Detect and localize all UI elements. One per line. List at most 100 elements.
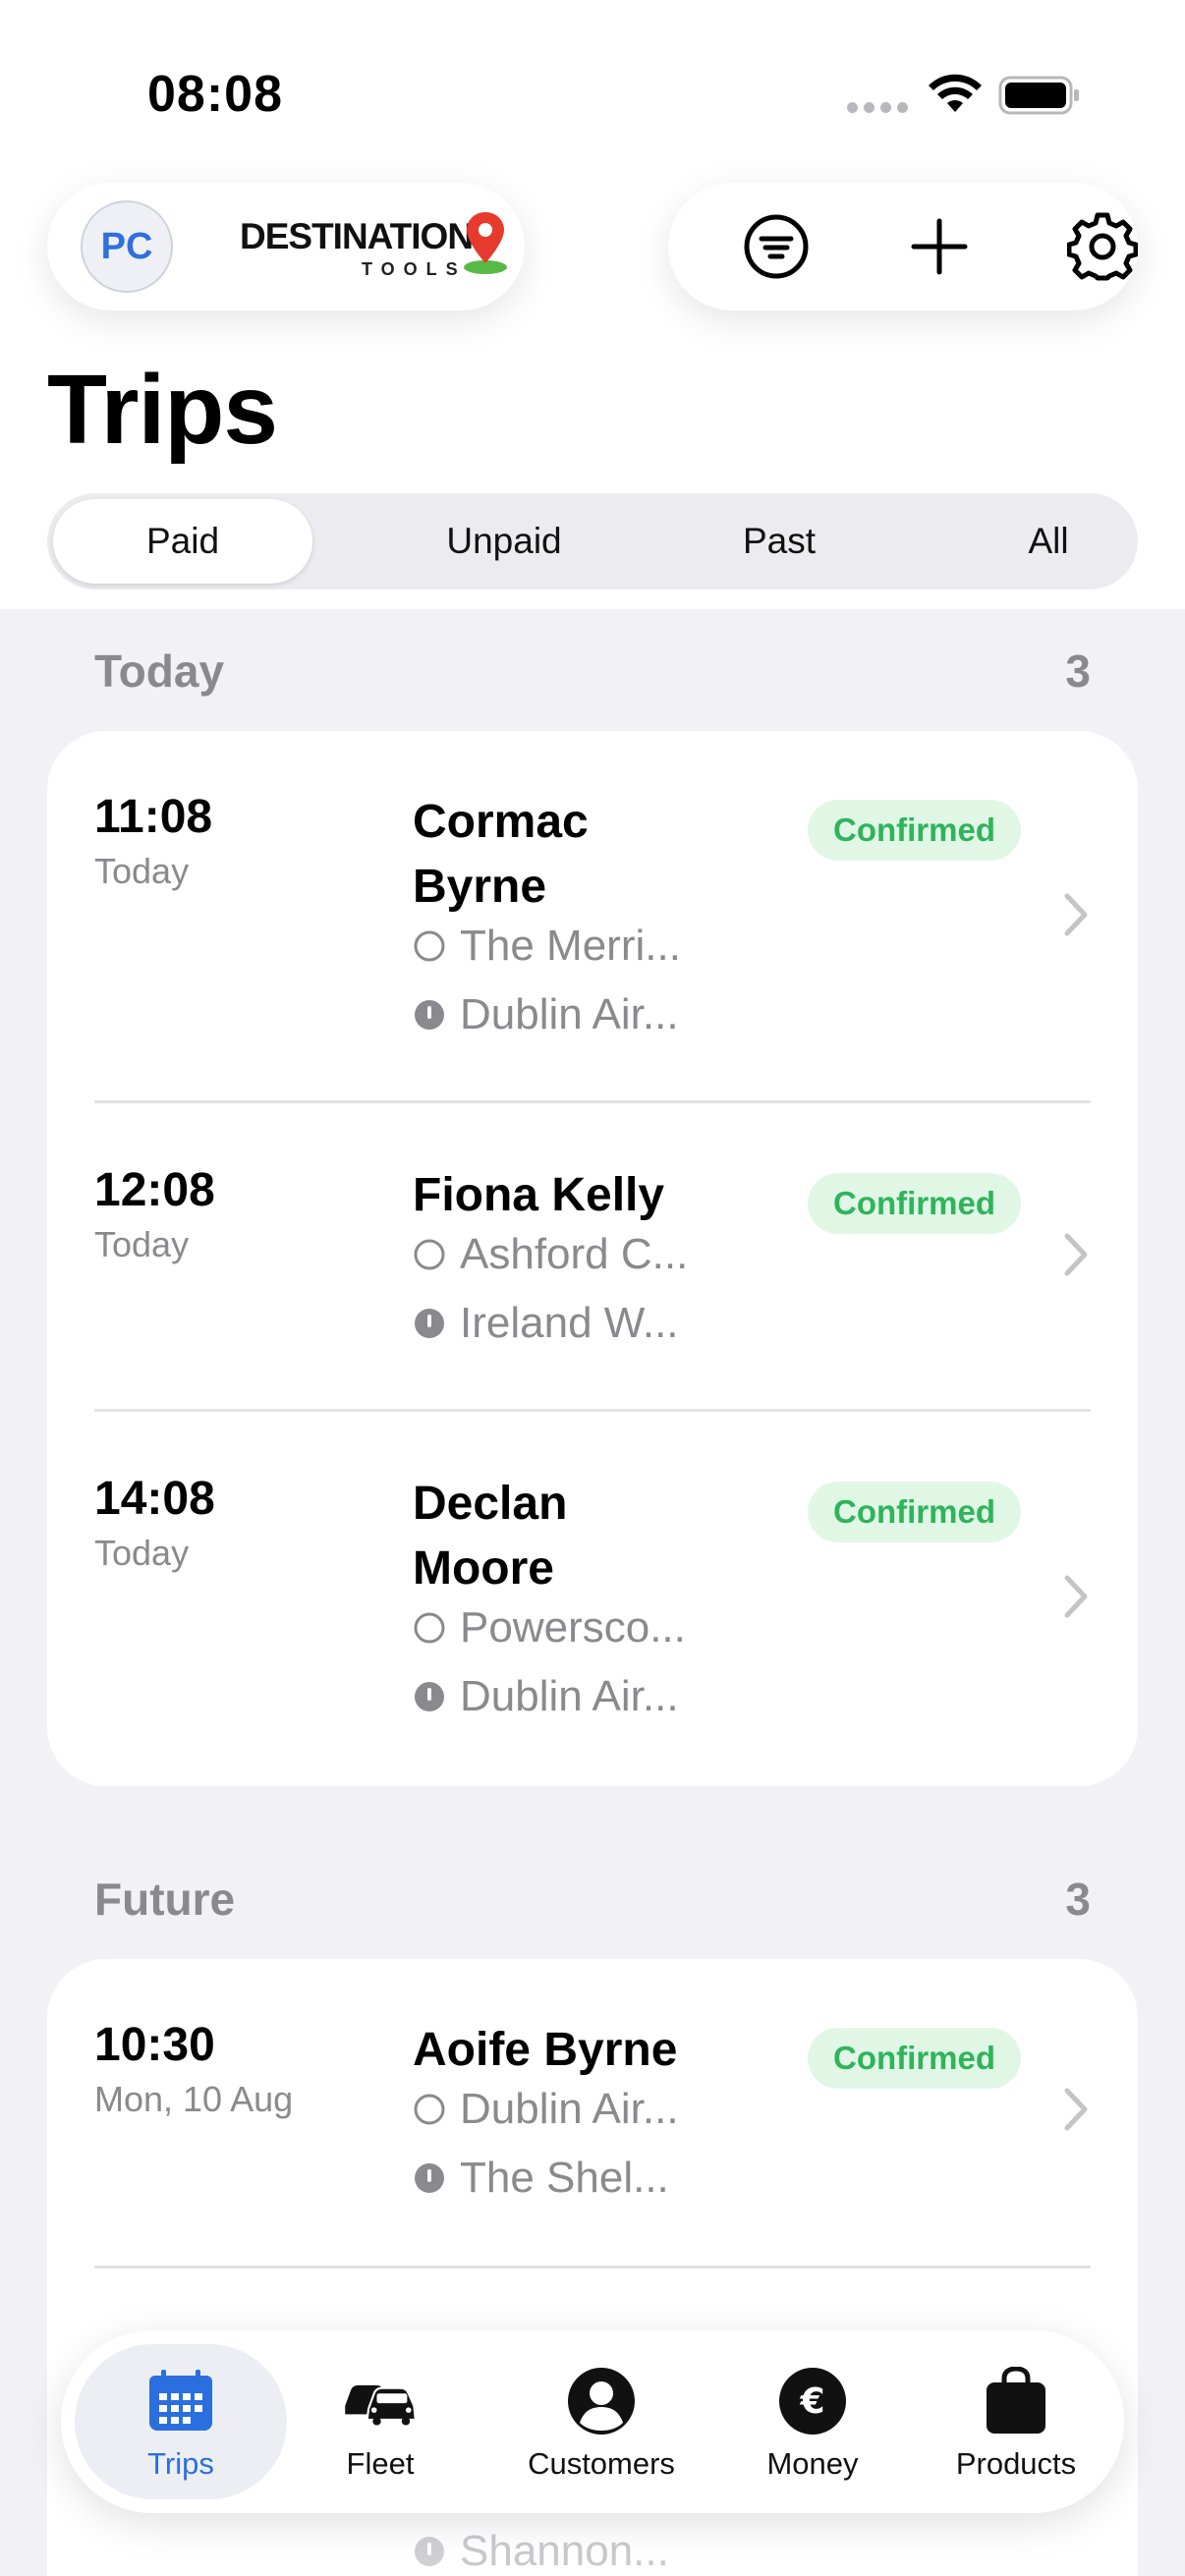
chevron-right-icon: [1064, 1575, 1088, 1618]
plus-icon: [911, 218, 968, 275]
tab-money-label: Money: [766, 2446, 859, 2481]
pickup-text: Powersco...: [460, 1603, 686, 1652]
today-trips-card: 11:08 Today Cormac Byrne The Merri... Du…: [47, 731, 1138, 1786]
pickup-circle-icon: [414, 1612, 445, 1644]
trip-date: Today: [94, 1533, 190, 1573]
pickup-circle-icon: [414, 1239, 445, 1270]
trip-filter-segmented-control: Paid Unpaid Past All: [47, 493, 1138, 589]
customer-name-line1: Aoife Byrne: [413, 2024, 678, 2076]
pickup-text: The Merri...: [460, 922, 681, 970]
trip-date: Today: [94, 1224, 190, 1264]
section-count-future: 3: [1065, 1874, 1091, 1925]
dropoff-pin-icon: [415, 2537, 444, 2566]
logo-word: DESTINATION: [240, 216, 474, 256]
status-badge: Confirmed: [808, 1482, 1021, 1542]
svg-text:€: €: [799, 2381, 824, 2422]
cellular-signal-icon: [847, 102, 908, 113]
tab-money[interactable]: € Money: [739, 2330, 886, 2513]
filter-button[interactable]: [737, 207, 816, 286]
pickup-location: Dublin Air...: [413, 2085, 679, 2134]
peek-text: Shannon...: [460, 2527, 669, 2575]
filter-icon: [744, 214, 809, 279]
section-header-future: Future: [94, 1874, 236, 1925]
segment-paid[interactable]: Paid: [53, 499, 312, 584]
status-badge: Confirmed: [808, 800, 1021, 861]
dropoff-location: Ireland W...: [413, 1299, 679, 1348]
status-badge: Confirmed: [808, 2028, 1021, 2089]
bag-icon: [977, 2362, 1055, 2440]
status-bar: 08:08: [0, 0, 1185, 177]
trip-time: 10:30: [94, 2019, 215, 2071]
section-header-today: Today: [94, 645, 225, 697]
settings-button[interactable]: [1063, 207, 1142, 286]
map-pin-icon: [464, 212, 507, 274]
pickup-location: The Merri...: [413, 922, 681, 971]
add-trip-button[interactable]: [900, 207, 979, 286]
trip-time: 14:08: [94, 1473, 215, 1525]
account-pill[interactable]: PC DESTINATION TOOLS: [47, 183, 525, 310]
trip-date: Today: [94, 851, 190, 891]
dropoff-text: Ireland W...: [460, 1299, 679, 1347]
avatar[interactable]: PC: [81, 200, 173, 293]
chevron-right-icon: [1064, 2088, 1088, 2131]
gear-icon: [1067, 212, 1138, 281]
trip-row[interactable]: 14:08 Today Declan Moore Powersco... Dub…: [47, 1472, 1138, 1766]
customer-name-line2: Byrne: [413, 861, 547, 913]
tab-fleet-label: Fleet: [346, 2446, 415, 2481]
trip-time: 11:08: [94, 791, 213, 843]
car-icon: [341, 2362, 420, 2440]
trip-time: 12:08: [94, 1164, 215, 1216]
row-divider: [94, 1409, 1091, 1412]
dropoff-pin-icon: [415, 1309, 444, 1338]
customer-name-line2: Moore: [413, 1542, 554, 1595]
pickup-location: Powersco...: [413, 1603, 686, 1652]
page-title: Trips: [47, 355, 278, 465]
dropoff-text: Dublin Air...: [460, 990, 679, 1038]
customer-name-line1: Fiona Kelly: [413, 1169, 665, 1221]
pickup-circle-icon: [414, 2094, 445, 2125]
person-icon: [562, 2362, 641, 2440]
customer-name: Declan Moore: [413, 1472, 707, 1601]
trip-row[interactable]: 12:08 Today Fiona Kelly Ashford C... Ire…: [47, 1163, 1138, 1419]
tab-trips[interactable]: Trips: [75, 2344, 287, 2499]
tab-customers[interactable]: Customers: [493, 2330, 709, 2513]
tab-products-label: Products: [955, 2446, 1077, 2481]
customer-name: Cormac Byrne: [413, 790, 707, 920]
status-badge: Confirmed: [808, 1173, 1021, 1234]
segment-all[interactable]: All: [922, 499, 1175, 584]
pickup-circle-icon: [414, 930, 445, 962]
dropoff-pin-icon: [415, 1682, 444, 1711]
calendar-icon: [141, 2362, 220, 2440]
wifi-icon: [929, 74, 982, 112]
dropoff-text: The Shel...: [460, 2154, 669, 2202]
trip-row[interactable]: 10:30 Mon, 10 Aug Aoife Byrne Dublin Air…: [47, 2018, 1138, 2264]
pickup-location: Ashford C...: [413, 1230, 688, 1279]
destination-tools-logo: DESTINATION TOOLS: [240, 212, 515, 285]
tab-bar: Trips Fleet Customers € Money Products: [61, 2330, 1124, 2513]
customer-name: Fiona Kelly: [413, 1163, 707, 1228]
pickup-text: Ashford C...: [460, 1230, 689, 1278]
trip-date: Mon, 10 Aug: [94, 2079, 294, 2119]
section-count-today: 3: [1065, 645, 1091, 697]
tab-trips-label: Trips: [147, 2446, 214, 2481]
euro-icon: €: [773, 2362, 852, 2440]
status-time: 08:08: [147, 66, 283, 123]
tab-products[interactable]: Products: [918, 2330, 1114, 2513]
segment-unpaid[interactable]: Unpaid: [377, 499, 631, 584]
customer-name-line1: Cormac: [413, 796, 589, 848]
dropoff-location: Dublin Air...: [413, 1672, 679, 1721]
battery-icon: [998, 76, 1079, 115]
chevron-right-icon: [1064, 893, 1088, 936]
logo-sub: TOOLS: [362, 259, 467, 279]
row-divider: [94, 2266, 1091, 2268]
chevron-right-icon: [1064, 1233, 1088, 1276]
dropoff-location: The Shel...: [413, 2154, 669, 2203]
dropoff-text: Dublin Air...: [460, 1672, 679, 1720]
row-divider: [94, 1100, 1091, 1103]
dropoff-pin-icon: [415, 1000, 444, 1030]
segment-past[interactable]: Past: [652, 499, 906, 584]
tab-fleet[interactable]: Fleet: [307, 2330, 454, 2513]
trip-row[interactable]: 11:08 Today Cormac Byrne The Merri... Du…: [47, 790, 1138, 1085]
next-trip-peek: Shannon...: [413, 2527, 669, 2576]
dropoff-pin-icon: [415, 2163, 444, 2193]
